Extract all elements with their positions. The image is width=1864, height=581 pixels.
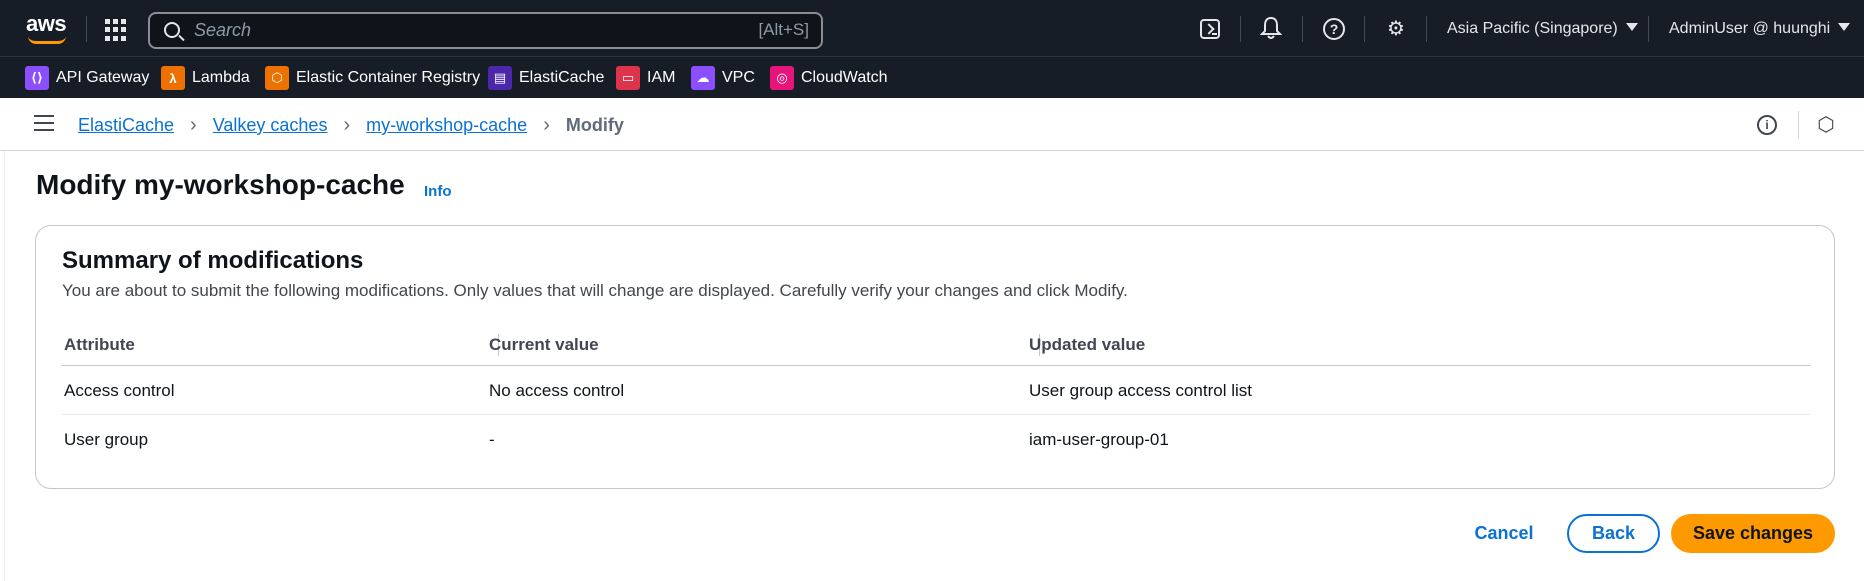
info-link[interactable]: Info bbox=[424, 183, 452, 200]
favorite-ecr[interactable]: ⬡ Elastic Container Registry bbox=[265, 66, 480, 90]
api-gateway-icon: ⟨⟩ bbox=[25, 66, 49, 90]
vpc-icon: ☁ bbox=[691, 66, 715, 90]
search-box[interactable]: [Alt+S] bbox=[148, 12, 823, 49]
breadcrumb-bar: ElastiCache › Valkey caches › my-worksho… bbox=[0, 98, 1864, 151]
region-label: Asia Pacific (Singapore) bbox=[1447, 20, 1618, 37]
iam-icon: ▭ bbox=[616, 66, 640, 90]
aws-smile-icon bbox=[28, 36, 66, 44]
favorite-label: ElastiCache bbox=[519, 69, 605, 86]
summary-title: Summary of modifications bbox=[62, 247, 364, 274]
column-header-attribute: Attribute bbox=[64, 335, 135, 354]
favorite-label: Elastic Container Registry bbox=[296, 69, 481, 86]
favorites-bar: ⟨⟩ API Gateway λ Lambda ⬡ Elastic Contai… bbox=[0, 56, 1864, 98]
page-title: Modify my-workshop-cache bbox=[36, 169, 405, 200]
divider bbox=[1426, 16, 1427, 42]
breadcrumb-elasticache[interactable]: ElastiCache bbox=[78, 115, 174, 136]
search-shortcut: [Alt+S] bbox=[758, 20, 809, 39]
divider bbox=[4, 151, 5, 581]
favorite-iam[interactable]: ▭ IAM bbox=[616, 66, 675, 90]
container-registry-icon: ⬡ bbox=[265, 66, 289, 90]
cloudshell-icon[interactable] bbox=[1197, 16, 1223, 42]
hexagon-icon[interactable]: ⬡ bbox=[1815, 114, 1837, 136]
favorite-cloudwatch[interactable]: ◎ CloudWatch bbox=[770, 66, 888, 90]
summary-description: You are about to submit the following mo… bbox=[62, 281, 1128, 300]
breadcrumb-current: Modify bbox=[565, 115, 624, 135]
account-label: AdminUser @ huunghi bbox=[1669, 20, 1831, 37]
favorite-label: IAM bbox=[647, 69, 676, 86]
caret-down-icon bbox=[1838, 23, 1851, 31]
chevron-right-icon: › bbox=[543, 114, 550, 136]
breadcrumb: ElastiCache › Valkey caches › my-worksho… bbox=[78, 114, 624, 137]
column-header-current-value-label: Current value bbox=[489, 335, 599, 354]
favorite-lambda[interactable]: λ Lambda bbox=[161, 66, 250, 90]
favorite-label: CloudWatch bbox=[801, 69, 888, 86]
cloudwatch-icon: ◎ bbox=[770, 66, 794, 90]
services-grid-icon[interactable] bbox=[105, 19, 127, 41]
cell-updated-value: iam-user-group-01 bbox=[1029, 430, 1169, 449]
settings-gear-icon[interactable]: ⚙ bbox=[1383, 16, 1409, 42]
info-panel-icon[interactable]: i bbox=[1757, 115, 1777, 135]
aws-logo-text: aws bbox=[26, 11, 67, 36]
favorite-label: API Gateway bbox=[56, 69, 150, 86]
table-header: Attribute Current value Updated value bbox=[62, 326, 1810, 366]
breadcrumb-valkey-caches[interactable]: Valkey caches bbox=[213, 115, 328, 136]
modifications-table: Attribute Current value Updated value Ac… bbox=[62, 326, 1810, 464]
favorite-label: VPC bbox=[722, 69, 755, 86]
cell-attribute: User group bbox=[64, 430, 149, 449]
chevron-right-icon: › bbox=[343, 114, 351, 136]
divider bbox=[1798, 111, 1799, 139]
search-icon bbox=[164, 22, 180, 38]
divider bbox=[1240, 16, 1241, 42]
caret-down-icon bbox=[1625, 23, 1638, 31]
notifications-bell-icon[interactable] bbox=[1258, 16, 1284, 42]
cell-updated-value: User group access control list bbox=[1029, 381, 1252, 400]
chevron-right-icon: › bbox=[190, 114, 197, 136]
divider bbox=[1648, 16, 1649, 42]
favorite-api-gateway[interactable]: ⟨⟩ API Gateway bbox=[25, 66, 149, 90]
back-button[interactable]: Back bbox=[1567, 514, 1660, 553]
favorite-elasticache[interactable]: ▤ ElastiCache bbox=[488, 66, 604, 90]
elasticache-icon: ▤ bbox=[488, 66, 512, 90]
aws-logo[interactable]: aws bbox=[26, 11, 70, 44]
cell-current-value: No access control bbox=[489, 381, 625, 400]
table-row: User group - iam-user-group-01 bbox=[62, 415, 1810, 464]
divider bbox=[1302, 16, 1303, 42]
search-input[interactable] bbox=[194, 18, 694, 43]
column-header-updated-value: Updated value bbox=[1029, 335, 1146, 354]
favorite-vpc[interactable]: ☁ VPC bbox=[691, 66, 755, 90]
menu-hamburger-icon[interactable] bbox=[34, 115, 54, 131]
divider bbox=[1364, 16, 1365, 42]
account-menu[interactable]: AdminUser @ huunghi bbox=[1669, 20, 1851, 38]
favorite-label: Lambda bbox=[192, 69, 250, 86]
table-row: Access control No access control User gr… bbox=[62, 366, 1810, 415]
lambda-icon: λ bbox=[161, 66, 185, 90]
help-icon[interactable]: ? bbox=[1321, 16, 1347, 42]
top-navigation: aws [Alt+S] ? ⚙ Asia Pacific (Singapore)… bbox=[0, 0, 1864, 56]
cell-current-value: - bbox=[489, 430, 495, 449]
save-changes-button[interactable]: Save changes bbox=[1671, 514, 1835, 553]
divider bbox=[86, 16, 87, 42]
summary-container: Summary of modifications You are about t… bbox=[35, 225, 1835, 489]
breadcrumb-my-workshop-cache[interactable]: my-workshop-cache bbox=[366, 115, 527, 136]
cell-attribute: Access control bbox=[64, 381, 175, 400]
cancel-button[interactable]: Cancel bbox=[1463, 514, 1545, 552]
region-selector[interactable]: Asia Pacific (Singapore) bbox=[1447, 20, 1638, 38]
